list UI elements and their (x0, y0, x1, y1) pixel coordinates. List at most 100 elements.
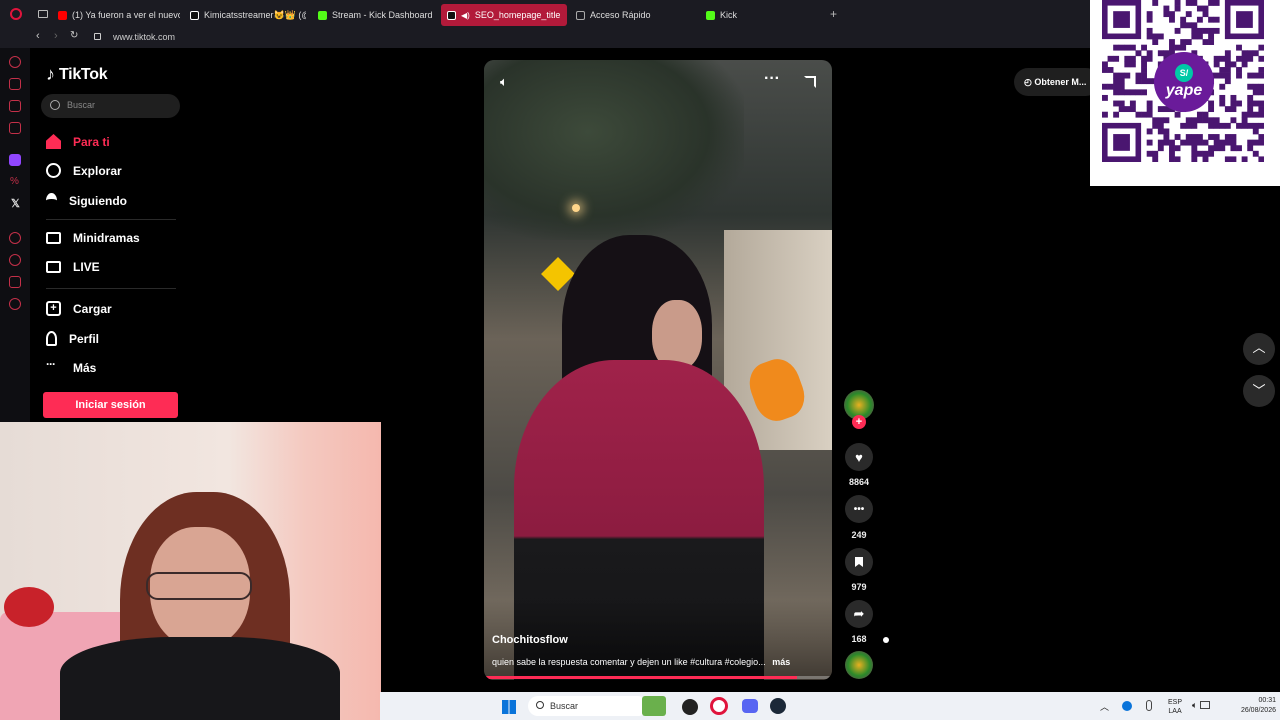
tab-seo-homepage[interactable]: ◀) SEO_homepage_title (441, 4, 567, 26)
back-icon[interactable]: ‹ (36, 30, 40, 42)
fullscreen-icon[interactable] (804, 76, 816, 88)
tab-kick-dashboard[interactable]: Stream - Kick Dashboard (312, 4, 436, 26)
comment-count: 249 (851, 530, 867, 540)
grid-icon (576, 10, 585, 20)
windows-start-icon[interactable] (502, 700, 516, 714)
tab-acceso-rapido[interactable]: Acceso Rápido (570, 4, 698, 26)
sidebar-whatsapp-icon[interactable] (9, 122, 21, 134)
search-input[interactable]: Buscar (67, 100, 95, 110)
film-icon (46, 232, 61, 244)
taskbar-discord-icon[interactable] (742, 699, 758, 713)
follow-plus-icon[interactable]: + (852, 415, 866, 429)
sidebar-messenger-icon[interactable] (9, 100, 21, 112)
comment-button[interactable]: ••• (845, 495, 873, 523)
nav-mas[interactable]: ··· Más (46, 357, 96, 375)
nav-divider (46, 288, 176, 289)
tray-display-icon[interactable] (1200, 701, 1210, 709)
home-icon (46, 134, 61, 149)
new-tab-button[interactable]: + (830, 7, 837, 21)
taskbar-app-icon[interactable] (682, 699, 698, 715)
chevron-up-icon: ︿ (1252, 340, 1266, 355)
nav-explorar[interactable]: Explorar (46, 163, 122, 178)
tab-youtube[interactable]: (1) Ya fueron a ver el nuevo (52, 4, 180, 26)
taskbar-steam-icon[interactable] (770, 698, 786, 714)
caption-more-link[interactable]: más (772, 657, 790, 667)
sidebar-x-icon[interactable]: 𝕏 (11, 197, 20, 210)
windows-taskbar: Buscar ︿ ESP LAA 🔈︎ 00:31 26/08/2026 (380, 692, 1280, 720)
tiktok-icon (447, 10, 456, 20)
like-button[interactable]: ♥ (845, 443, 873, 471)
tray-chevron-icon[interactable]: ︿ (1100, 700, 1109, 713)
tray-network-icon[interactable] (1122, 701, 1132, 711)
sidebar-history-icon[interactable] (9, 254, 21, 266)
url-text[interactable]: www.tiktok.com (113, 32, 175, 42)
prev-video-button[interactable]: ︿ (1243, 333, 1275, 365)
following-icon (46, 193, 57, 208)
tab-kick[interactable]: Kick (700, 4, 826, 26)
sidebar-percent-icon[interactable]: % (10, 176, 19, 187)
bookmark-icon (855, 557, 863, 567)
webcam-plush-toy (4, 587, 54, 627)
reload-icon[interactable]: ↻ (70, 30, 78, 41)
save-count: 979 (851, 582, 867, 592)
speaker-icon[interactable]: ◀) (461, 11, 470, 20)
taskbar-widget-icon[interactable] (642, 696, 666, 716)
browser-tab-bar: (1) Ya fueron a ver el nuevo Kimicatsstr… (0, 0, 1280, 28)
nav-live[interactable]: LIVE (46, 260, 100, 274)
opera-logo-icon[interactable] (10, 8, 22, 20)
nav-siguiendo[interactable]: Siguiendo (46, 193, 127, 208)
yape-qr-overlay: S/ yape (1090, 0, 1280, 186)
sidebar-bag-icon[interactable] (9, 78, 21, 90)
tab-overview-icon[interactable] (38, 10, 48, 18)
upload-icon: + (46, 301, 61, 316)
sidebar-player-icon[interactable] (9, 232, 21, 244)
tray-mic-icon[interactable] (1146, 700, 1152, 711)
video-street-light (572, 204, 580, 212)
webcam-person-shirt (60, 637, 340, 720)
forward-icon[interactable]: › (54, 30, 58, 42)
comment-icon: ••• (853, 503, 865, 515)
search-box[interactable]: Buscar (41, 94, 180, 118)
sidebar-aria-icon[interactable] (9, 56, 21, 68)
search-icon (536, 701, 544, 709)
share-count: 168 (851, 634, 867, 644)
login-button[interactable]: Iniciar sesión (43, 392, 178, 418)
more-icon: ··· (46, 357, 56, 371)
kick-icon (706, 10, 715, 20)
profile-icon (46, 331, 57, 346)
mouse-cursor-dot (883, 637, 889, 643)
sidebar-chat-icon[interactable] (9, 276, 21, 288)
taskbar-opera-icon[interactable] (710, 697, 728, 715)
get-app-button[interactable]: ◴ Obtener M... (1014, 68, 1100, 96)
tiktok-logo[interactable]: ♪ TikTok (46, 64, 108, 85)
music-disc-icon[interactable] (845, 651, 873, 679)
nav-minidramas[interactable]: Minidramas (46, 231, 140, 245)
compass-icon (46, 163, 61, 178)
taskbar-search[interactable]: Buscar (528, 696, 648, 716)
nav-divider (46, 219, 176, 220)
kick-icon (318, 10, 327, 20)
share-arrow-icon: ➦ (853, 606, 865, 621)
share-button[interactable]: ➦ (845, 600, 873, 628)
save-button[interactable] (845, 548, 873, 576)
nav-cargar[interactable]: + Cargar (46, 301, 112, 316)
nav-para-ti[interactable]: Para ti (46, 134, 110, 149)
volume-icon[interactable]: 🔈︎ (500, 74, 508, 90)
video-player[interactable]: 🔈︎ ··· Chochitosflow quien sabe la respu… (484, 60, 832, 680)
language-indicator[interactable]: ESP LAA (1168, 698, 1182, 716)
clock[interactable]: 00:31 26/08/2026 (1220, 696, 1276, 716)
tab-tiktok-profile[interactable]: Kimicatsstreamer😺👑 (@k (184, 4, 306, 26)
more-options-icon[interactable]: ··· (764, 70, 780, 88)
tray-speaker-icon[interactable]: 🔈︎ (1192, 700, 1197, 711)
sidebar-twitch-icon[interactable] (9, 154, 21, 166)
video-caption: quien sabe la respuesta comentar y dejen… (492, 657, 791, 667)
nav-perfil[interactable]: Perfil (46, 331, 99, 346)
video-progress-track[interactable] (484, 676, 832, 679)
sidebar-settings-icon[interactable] (9, 298, 21, 310)
video-author[interactable]: Chochitosflow (492, 634, 568, 646)
app-icon: ◴ (1024, 77, 1035, 87)
webcam-glasses (146, 572, 252, 600)
tiktok-note-icon: ♪ (46, 64, 55, 84)
video-tree-foliage (484, 60, 744, 240)
next-video-button[interactable]: ﹀ (1243, 375, 1275, 407)
